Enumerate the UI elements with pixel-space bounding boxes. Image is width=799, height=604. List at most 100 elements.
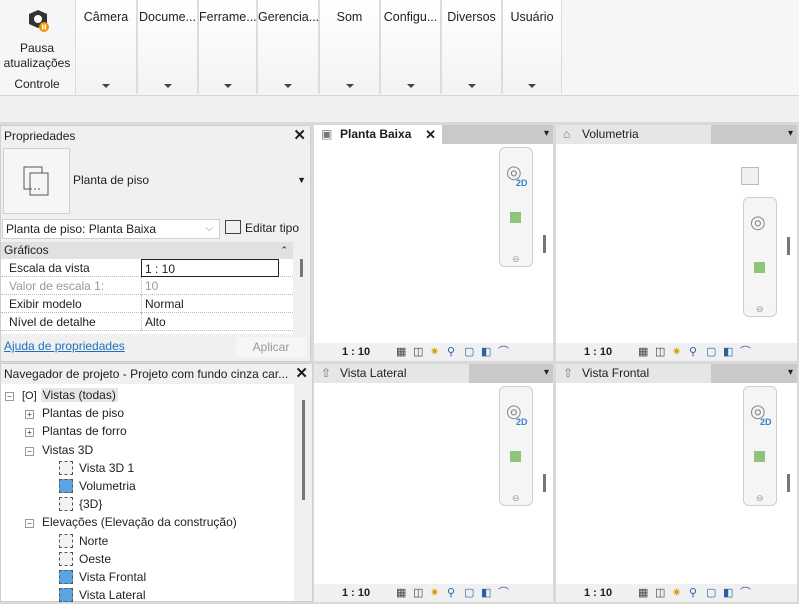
close-icon[interactable]: ✕ <box>293 126 306 146</box>
view-tab[interactable]: ▣ Planta Baixa ✕ <box>314 125 442 144</box>
hide-isolate-icon[interactable]: ◧ <box>481 343 491 361</box>
minimize-icon[interactable]: ⊖ <box>512 493 520 504</box>
tree-item[interactable]: Oeste <box>59 550 111 568</box>
collapse-icon[interactable]: − <box>25 446 34 456</box>
property-value[interactable]: Normal <box>141 295 279 313</box>
zoom-region-icon[interactable] <box>510 451 521 462</box>
navigation-bar[interactable]: ◎ 2D ⊖ <box>499 147 533 267</box>
ribbon-panel[interactable]: Gerencia... <box>257 0 319 94</box>
zoom-region-icon[interactable] <box>754 451 765 462</box>
property-row[interactable]: Escala da vista 1 : 10 <box>1 259 293 277</box>
close-icon[interactable]: ✕ <box>295 364 308 384</box>
view-scale[interactable]: 1 : 10 <box>584 584 612 602</box>
tree-item[interactable]: − Vistas 3D <box>25 441 93 459</box>
visual-style-icon[interactable]: ◫ <box>655 343 665 361</box>
navigation-bar[interactable]: ◎ 2D ⊖ <box>499 386 533 506</box>
ribbon-panel[interactable]: Câmera <box>75 0 137 94</box>
detail-level-icon[interactable]: ▦ <box>396 343 406 361</box>
sun-path-icon[interactable]: ✷ <box>430 584 439 602</box>
shadows-icon[interactable]: ⚲ <box>447 343 455 361</box>
view-window-plan[interactable]: ▣ Planta Baixa ✕ ▾ ◎ 2D ⊖ 1 : 10 ▦ ◫ ✷ ⚲ ▢ ◧ ⌒ <box>314 125 553 361</box>
minimize-icon[interactable]: ⊖ <box>756 493 764 504</box>
view-menu-icon[interactable]: ▾ <box>788 367 793 378</box>
visual-style-icon[interactable]: ◫ <box>413 343 423 361</box>
navigation-bar[interactable]: ◎ 2D ⊖ <box>743 386 777 506</box>
view-window-side[interactable]: ⇧ Vista Lateral ▾ ◎ 2D ⊖ 1 : 10 ▦ ◫ ✷ ⚲ ▢ ◧ ⌒ <box>314 364 553 602</box>
view-menu-icon[interactable]: ▾ <box>544 367 549 378</box>
view-window-iso[interactable]: ⌂ Volumetria ▾ ◎ ⊖ 1 : 10 ▦ ◫ ✷ ⚲ ▢ ◧ ⌒ <box>556 125 797 361</box>
hide-isolate-icon[interactable]: ◧ <box>723 584 733 602</box>
zoom-region-icon[interactable] <box>754 262 765 273</box>
apply-button[interactable]: Aplicar <box>236 337 306 357</box>
ribbon-panel[interactable]: Usuário <box>502 0 562 94</box>
tree-item[interactable]: Vista Lateral <box>59 586 146 604</box>
collapse-icon[interactable]: − <box>5 392 14 401</box>
detail-level-icon[interactable]: ▦ <box>638 584 648 602</box>
property-row[interactable]: Valor de escala 1: 10 <box>1 277 293 295</box>
ribbon-panel[interactable]: Diversos <box>441 0 502 94</box>
steering-wheel-icon[interactable]: ◎ <box>750 212 766 233</box>
view-scrollbar[interactable] <box>543 235 546 253</box>
reveal-hidden-icon[interactable]: ⌒ <box>498 584 509 602</box>
property-value[interactable]: Alto <box>141 313 279 331</box>
sun-path-icon[interactable]: ✷ <box>430 343 439 361</box>
ribbon-panel[interactable]: Som <box>319 0 380 94</box>
sun-path-icon[interactable]: ✷ <box>672 584 681 602</box>
pause-updates-button[interactable]: Pausa atualizações Controle <box>0 0 74 94</box>
tree-item[interactable]: + Plantas de forro <box>25 422 127 440</box>
view-window-front[interactable]: ⇧ Vista Frontal ▾ ◎ 2D ⊖ 1 : 10 ▦ ◫ ✷ ⚲ ▢ ◧ ⌒ <box>556 364 797 602</box>
tree-item[interactable]: + Plantas de piso <box>25 404 124 422</box>
ribbon-panel[interactable]: Docume... <box>137 0 198 94</box>
minimize-icon[interactable]: ⊖ <box>756 304 764 315</box>
crop-view-icon[interactable]: ▢ <box>706 584 716 602</box>
navigation-bar[interactable]: ◎ ⊖ <box>743 197 777 317</box>
zoom-region-icon[interactable] <box>510 212 521 223</box>
property-row[interactable]: Exibir modelo Normal <box>1 295 293 313</box>
shadows-icon[interactable]: ⚲ <box>689 584 697 602</box>
detail-level-icon[interactable]: ▦ <box>638 343 648 361</box>
view-tab[interactable]: ⌂ Volumetria <box>556 125 711 144</box>
visual-style-icon[interactable]: ◫ <box>655 584 665 602</box>
type-dropdown[interactable]: ▼ <box>70 148 310 214</box>
ribbon-panel[interactable]: Ferrame... <box>198 0 257 94</box>
type-selector[interactable]: Planta de piso: Planta Baixa ⌵ <box>2 219 220 239</box>
shadows-icon[interactable]: ⚲ <box>689 343 697 361</box>
hide-isolate-icon[interactable]: ◧ <box>481 584 491 602</box>
view-scrollbar[interactable] <box>787 237 790 255</box>
tree-item[interactable]: Volumetria <box>59 477 136 495</box>
expand-icon[interactable]: + <box>25 410 34 420</box>
tree-item[interactable]: − [O] Vistas (todas) <box>5 386 118 404</box>
reveal-hidden-icon[interactable]: ⌒ <box>740 343 751 361</box>
expand-icon[interactable]: + <box>25 428 34 438</box>
tree-item[interactable]: Vista Frontal <box>59 568 146 586</box>
view-tab[interactable]: ⇧ Vista Lateral <box>314 364 469 383</box>
crop-view-icon[interactable]: ▢ <box>464 343 474 361</box>
view-scale[interactable]: 1 : 10 <box>584 343 612 361</box>
sun-path-icon[interactable]: ✷ <box>672 343 681 361</box>
crop-view-icon[interactable]: ▢ <box>706 343 716 361</box>
reveal-hidden-icon[interactable]: ⌒ <box>740 584 751 602</box>
ribbon-panel[interactable]: Configu... <box>380 0 441 94</box>
minimize-icon[interactable]: ⊖ <box>512 254 520 265</box>
view-scrollbar[interactable] <box>543 474 546 492</box>
tree-item[interactable]: {3D} <box>59 495 102 513</box>
properties-help-link[interactable]: Ajuda de propriedades <box>4 339 125 353</box>
tree-item[interactable]: Vista 3D 1 <box>59 459 134 477</box>
visual-style-icon[interactable]: ◫ <box>413 584 423 602</box>
view-scale[interactable]: 1 : 10 <box>342 584 370 602</box>
close-icon[interactable]: ✕ <box>425 125 436 144</box>
property-row[interactable]: Nível de detalhe Alto <box>1 313 293 331</box>
edit-type-button[interactable]: Editar tipo <box>225 219 299 239</box>
property-value[interactable]: 1 : 10 <box>141 259 279 277</box>
browser-scrollbar[interactable] <box>302 400 305 500</box>
hide-isolate-icon[interactable]: ◧ <box>723 343 733 361</box>
properties-scrollbar[interactable] <box>300 259 303 277</box>
tree-item[interactable]: − Elevações (Elevação da construção) <box>25 513 237 531</box>
collapse-icon[interactable]: − <box>25 519 34 529</box>
shadows-icon[interactable]: ⚲ <box>447 584 455 602</box>
viewcube-icon[interactable] <box>741 167 759 185</box>
tree-item[interactable]: Norte <box>59 532 108 550</box>
view-menu-icon[interactable]: ▾ <box>788 128 793 139</box>
view-scrollbar[interactable] <box>787 474 790 492</box>
view-scale[interactable]: 1 : 10 <box>342 343 370 361</box>
